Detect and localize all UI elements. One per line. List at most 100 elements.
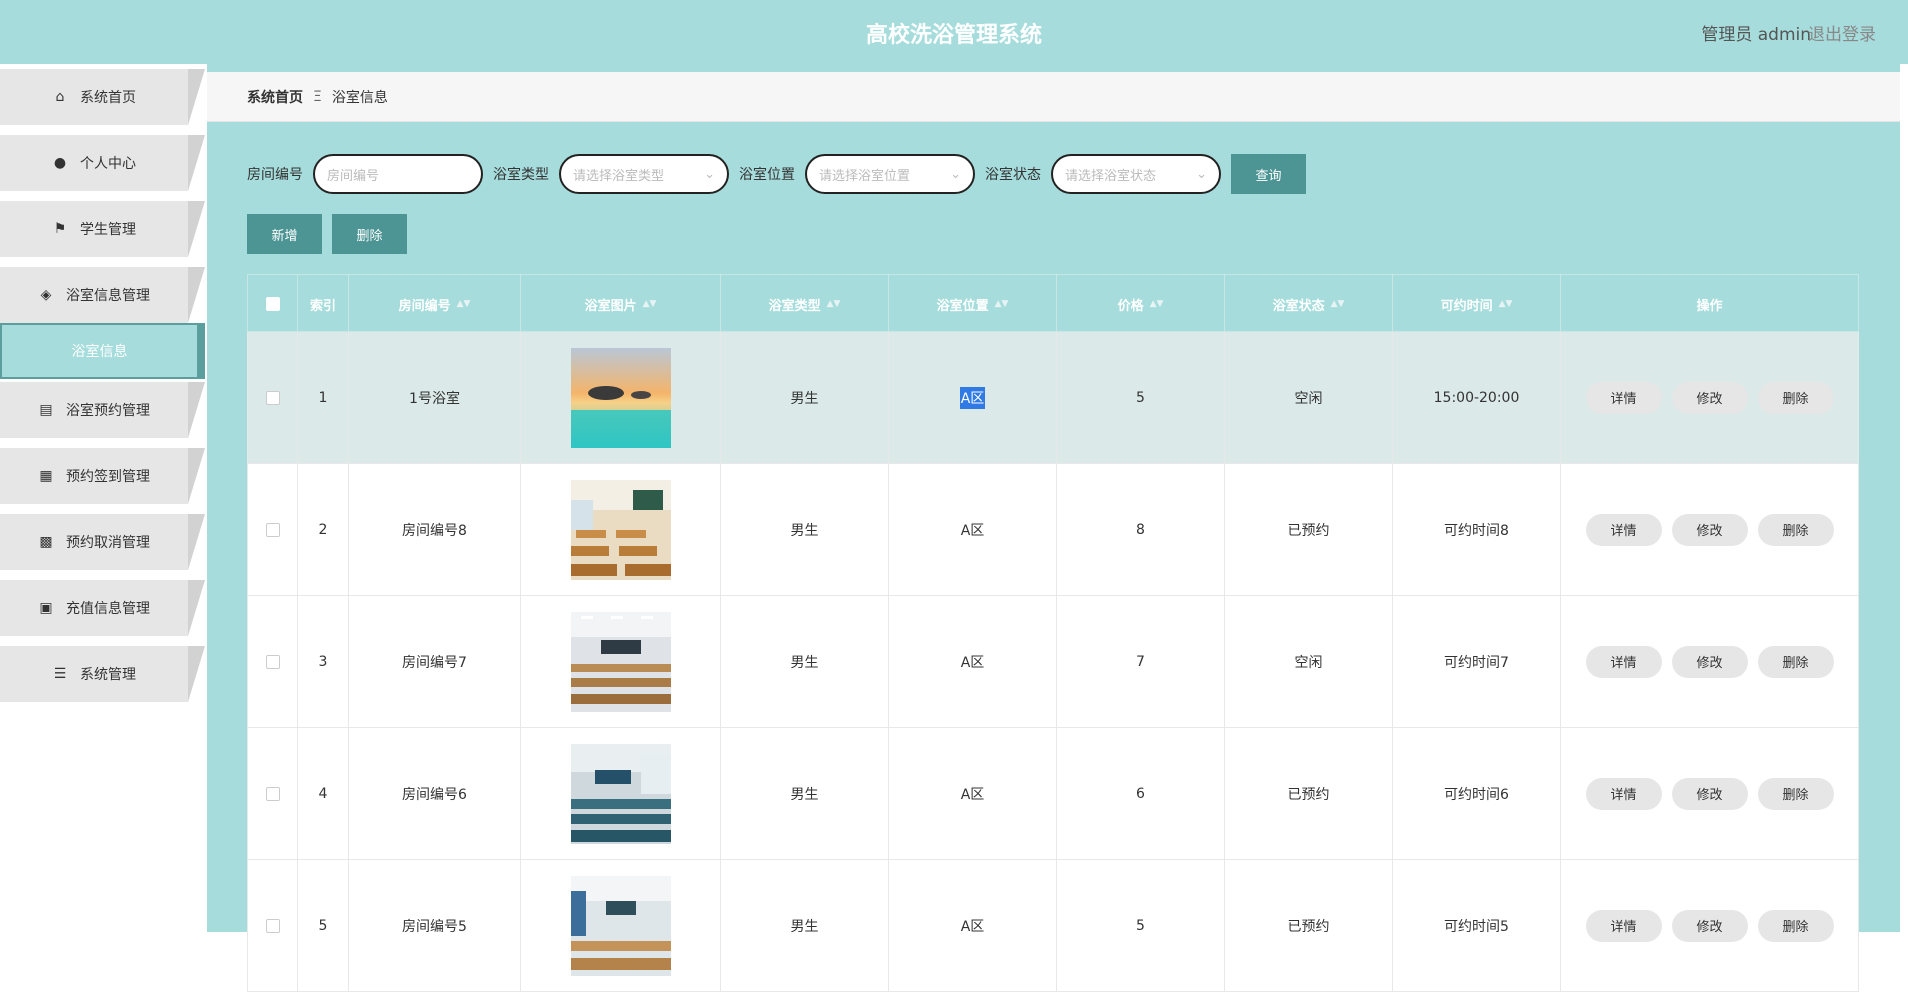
detail-button[interactable]: 详情	[1585, 381, 1662, 414]
sidebar-item-reservation[interactable]: ▤ 浴室预约管理	[0, 382, 205, 438]
cell-location: A区	[889, 728, 1057, 859]
edit-button[interactable]: 修改	[1671, 381, 1748, 414]
col-time[interactable]: 可约时间 ▲▼	[1393, 275, 1561, 333]
col-actions: 操作	[1561, 275, 1858, 333]
type-label: 浴室类型	[493, 167, 549, 183]
status-label: 浴室状态	[985, 167, 1041, 183]
cell-location: A区	[889, 464, 1057, 595]
chat-icon: ▩	[39, 534, 53, 550]
col-status[interactable]: 浴室状态 ▲▼	[1225, 275, 1393, 333]
cell-status: 空闲	[1225, 596, 1393, 727]
row-checkbox[interactable]	[265, 390, 280, 405]
sidebar-item-cancel[interactable]: ▩ 预约取消管理	[0, 514, 205, 570]
status-select[interactable]: 请选择浴室状态 ⌄	[1051, 154, 1221, 194]
sidebar-item-students[interactable]: ⚑ 学生管理	[0, 201, 205, 257]
query-button[interactable]: 查询	[1231, 154, 1306, 194]
bathroom-image[interactable]	[570, 875, 671, 976]
cell-price: 8	[1057, 464, 1225, 595]
col-location[interactable]: 浴室位置 ▲▼	[889, 275, 1057, 333]
sidebar-item-bathroom-info[interactable]: ◈ 浴室信息管理	[0, 267, 205, 323]
batch-delete-button[interactable]: 删除	[332, 214, 407, 254]
type-select[interactable]: 请选择浴室类型 ⌄	[559, 154, 729, 194]
cell-status: 空闲	[1225, 332, 1393, 463]
delete-button[interactable]: 删除	[1757, 777, 1834, 810]
cell-time: 可约时间6	[1393, 728, 1561, 859]
cell-index: 3	[298, 596, 349, 727]
table-row[interactable]: 3 房间编号7 男生 A区 7 空闲 可约时间7 详情 修改 删除	[247, 596, 1859, 728]
delete-button[interactable]: 删除	[1757, 381, 1834, 414]
data-table: 索引 房间编号 ▲▼ 浴室图片 ▲▼ 浴室类型 ▲▼ 浴室位置 ▲▼ 价格 ▲▼ 浴室状态…	[247, 274, 1859, 992]
delete-button[interactable]: 删除	[1757, 909, 1834, 942]
col-image[interactable]: 浴室图片 ▲▼	[521, 275, 721, 333]
edit-button[interactable]: 修改	[1671, 909, 1748, 942]
cell-status: 已预约	[1225, 728, 1393, 859]
sidebar-item-system[interactable]: ☰ 系统管理	[0, 646, 205, 702]
sidebar-item-checkin[interactable]: ▦ 预约签到管理	[0, 448, 205, 504]
sort-icon[interactable]: ▲▼	[995, 299, 1009, 309]
sort-icon[interactable]: ▲▼	[1331, 299, 1345, 309]
room-no-input[interactable]: 房间编号	[313, 154, 483, 194]
sidebar-item-label: 学生管理	[80, 222, 136, 238]
breadcrumb-home[interactable]: 系统首页	[247, 87, 303, 107]
table-row[interactable]: 5 房间编号5 男生 A区 5 已预约 可约时间5 详情 修改 删除	[247, 860, 1859, 992]
sort-icon[interactable]: ▲▼	[827, 299, 841, 309]
sort-icon[interactable]: ▲▼	[643, 299, 657, 309]
cell-index: 1	[298, 332, 349, 463]
cell-room-no: 房间编号6	[349, 728, 521, 859]
row-checkbox[interactable]	[265, 654, 280, 669]
room-no-placeholder: 房间编号	[327, 168, 380, 184]
add-button[interactable]: 新增	[247, 214, 322, 254]
row-checkbox[interactable]	[265, 918, 280, 933]
col-label: 索引	[309, 298, 336, 314]
delete-button[interactable]: 删除	[1757, 645, 1834, 678]
delete-button[interactable]: 删除	[1757, 513, 1834, 546]
col-price[interactable]: 价格 ▲▼	[1057, 275, 1225, 333]
sort-icon[interactable]: ▲▼	[1499, 299, 1513, 309]
sort-icon[interactable]: ▲▼	[457, 299, 471, 309]
edit-button[interactable]: 修改	[1671, 777, 1748, 810]
sidebar-item-label: 浴室预约管理	[66, 403, 150, 419]
logout-link[interactable]: 退出登录	[1808, 20, 1876, 45]
table-row[interactable]: 4 房间编号6 男生 A区 6 已预约 可约时间6 详情 修改 删除	[247, 728, 1859, 860]
cell-index: 2	[298, 464, 349, 595]
sidebar-item-personal[interactable]: ● 个人中心	[0, 135, 205, 191]
col-type[interactable]: 浴室类型 ▲▼	[721, 275, 889, 333]
location-select[interactable]: 请选择浴室位置 ⌄	[805, 154, 975, 194]
detail-button[interactable]: 详情	[1585, 777, 1662, 810]
bathroom-image[interactable]	[570, 347, 671, 448]
vertical-scrollbar[interactable]	[1900, 64, 1908, 932]
cell-price: 6	[1057, 728, 1225, 859]
sidebar-item-home[interactable]: ⌂ 系统首页	[0, 69, 205, 125]
sidebar-item-recharge[interactable]: ▣ 充值信息管理	[0, 580, 205, 636]
table-row[interactable]: 1 1号浴室 男生 A区 5 空闲 15:00-20:00 详情 修改 删除	[247, 332, 1859, 464]
cell-room-no: 房间编号7	[349, 596, 521, 727]
bathroom-image[interactable]	[570, 611, 671, 712]
cell-actions: 详情 修改 删除	[1561, 332, 1858, 463]
sidebar-item-label: 预约取消管理	[66, 535, 150, 551]
cell-room-no: 1号浴室	[349, 332, 521, 463]
edit-button[interactable]: 修改	[1671, 645, 1748, 678]
sidebar-item-label: 预约签到管理	[66, 469, 150, 485]
detail-button[interactable]: 详情	[1585, 909, 1662, 942]
table-row[interactable]: 2 房间编号8 男生 A区 8 已预约 可约时间8 详情 修改 删除	[247, 464, 1859, 596]
row-checkbox[interactable]	[265, 786, 280, 801]
bathroom-image[interactable]	[570, 479, 671, 580]
edit-button[interactable]: 修改	[1671, 513, 1748, 546]
search-bar: 房间编号 房间编号 浴室类型 请选择浴室类型 ⌄ 浴室位置 请选择浴室位置 ⌄ 浴室…	[247, 154, 1306, 194]
select-all-checkbox[interactable]	[265, 297, 280, 311]
sidebar: ⌂ 系统首页 ● 个人中心 ⚑ 学生管理 ◈ 浴室信息管理 浴室信息 ▤ 浴室预约管理 ▦…	[0, 64, 207, 932]
detail-button[interactable]: 详情	[1585, 645, 1662, 678]
grid-icon: ▦	[39, 468, 53, 484]
sidebar-subitem-bathroom-info[interactable]: 浴室信息	[0, 323, 205, 379]
cell-price: 5	[1057, 332, 1225, 463]
chevron-down-icon: ⌄	[950, 166, 961, 182]
col-room-no[interactable]: 房间编号 ▲▼	[349, 275, 521, 333]
sort-icon[interactable]: ▲▼	[1150, 299, 1164, 309]
detail-button[interactable]: 详情	[1585, 513, 1662, 546]
bathroom-image[interactable]	[570, 743, 671, 844]
col-index: 索引	[298, 275, 349, 333]
cell-location: A区	[889, 860, 1057, 991]
sidebar-item-label: 充值信息管理	[66, 601, 150, 617]
cell-price: 7	[1057, 596, 1225, 727]
row-checkbox[interactable]	[265, 522, 280, 537]
